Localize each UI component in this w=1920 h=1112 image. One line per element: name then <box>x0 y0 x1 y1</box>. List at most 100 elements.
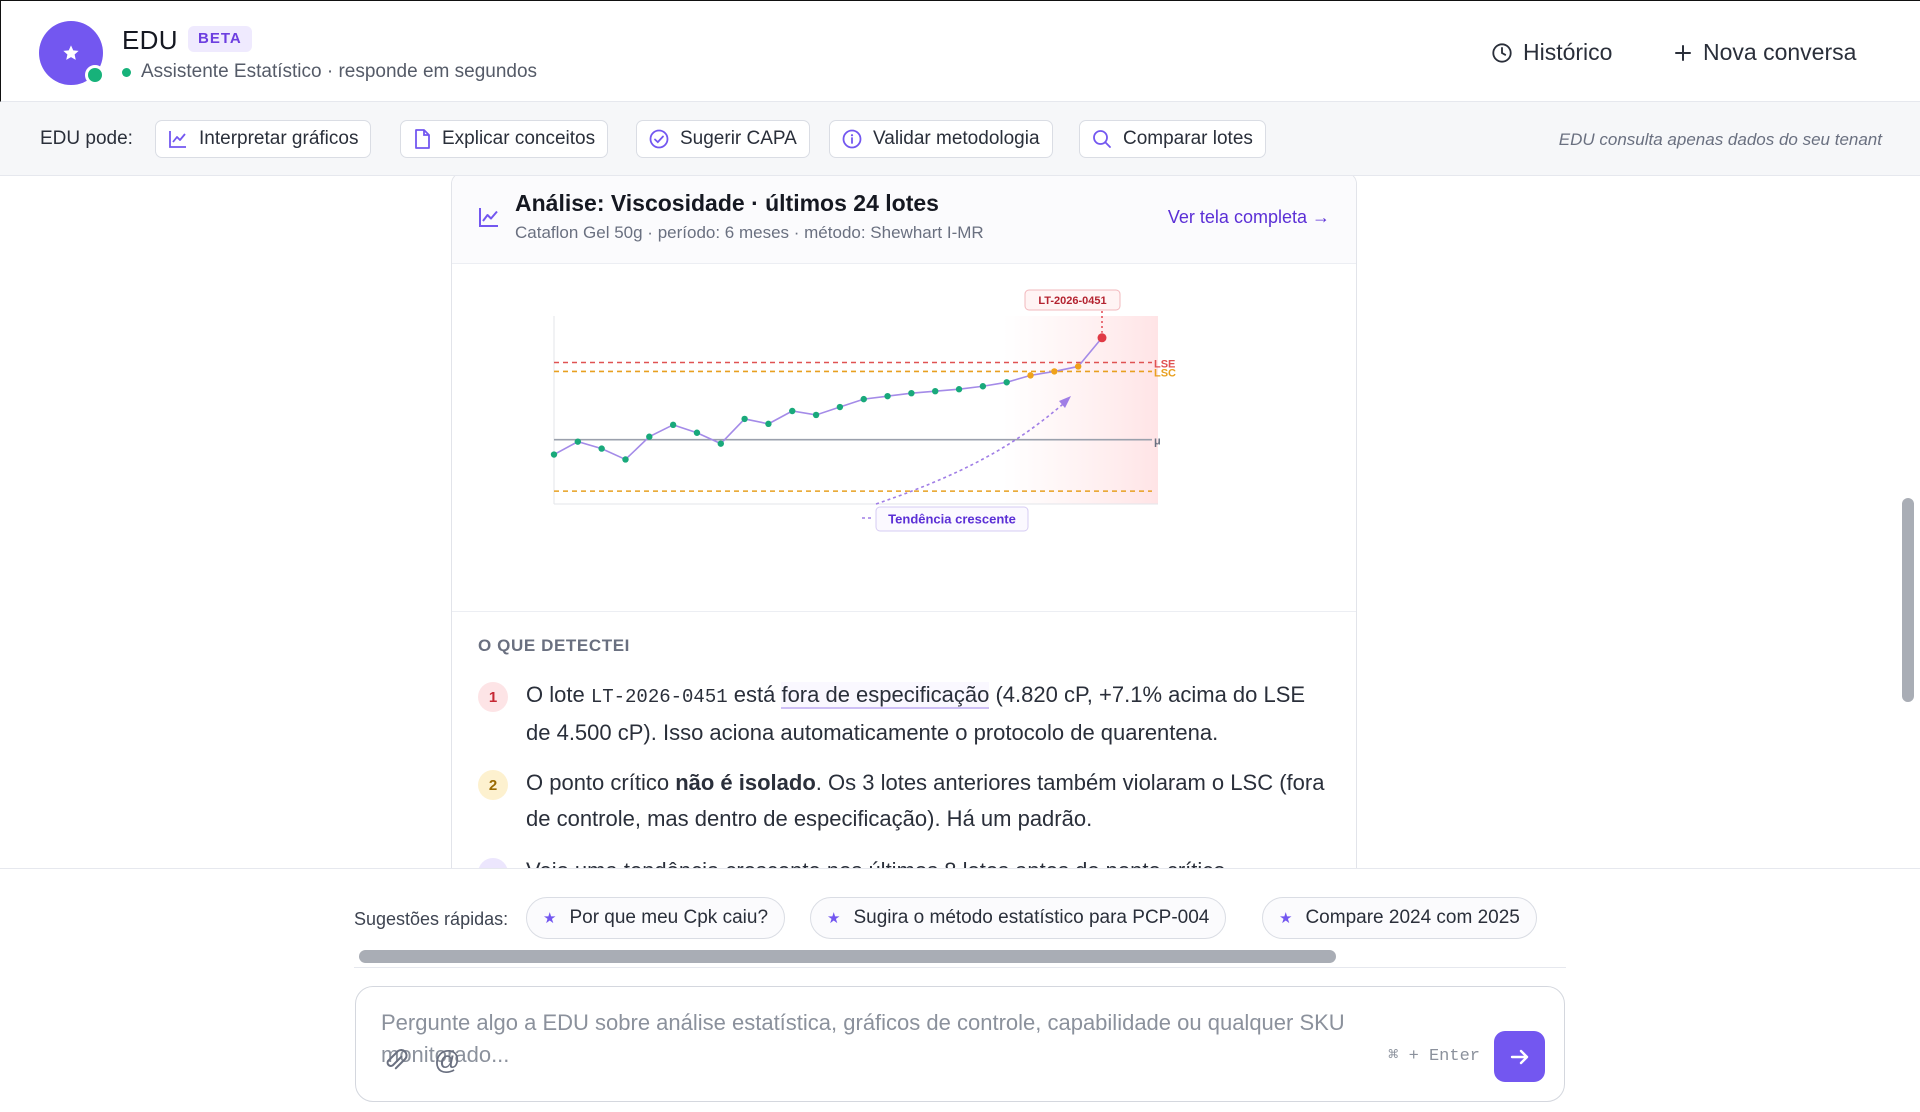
trend-label: Tendência crescente <box>888 512 1016 527</box>
card-header: Análise: Viscosidade · últimos 24 lotes … <box>452 176 1356 264</box>
tenant-note: EDU consulta apenas dados do seu tenant <box>1558 130 1882 149</box>
data-point <box>1027 372 1034 379</box>
detection-item: 2 O ponto crítico não é isolado. Os 3 lo… <box>478 765 1328 837</box>
out-of-spec-zone <box>1003 316 1158 504</box>
composer-footer: Sugestões rápidas: ★ Por que meu Cpk caiu… <box>0 868 1920 1112</box>
view-full-screen-link[interactable]: Ver tela completa → <box>1168 207 1330 228</box>
app-header: EDU BETA Assistente Estatístico · respon… <box>0 0 1920 102</box>
send-shortcut-hint: ⌘ + Enter <box>1388 1047 1480 1066</box>
arrow-right-icon <box>1510 1049 1528 1064</box>
limit-label: μ <box>1154 436 1161 448</box>
suggestion-chip[interactable]: ★ Compare 2024 com 2025 <box>1262 897 1537 939</box>
data-point <box>741 415 748 423</box>
suggestion-label: Por que meu Cpk caiu? <box>569 907 769 928</box>
star-icon: ★ <box>543 910 557 927</box>
chip-explain-concepts[interactable]: Explicar conceitos <box>400 120 609 158</box>
data-point <box>717 440 724 447</box>
outlier-point <box>1097 333 1107 343</box>
detection-item: 3 Vejo uma tendência crescente nos últim… <box>478 853 1328 868</box>
suggestion-chip[interactable]: ★ Sugira o método estatístico para PCP-00… <box>810 897 1227 939</box>
chart-line-icon <box>479 208 498 227</box>
detection-number: 2 <box>478 770 508 800</box>
detection-text: Vejo uma tendência crescente nos últimos… <box>526 853 1226 868</box>
history-label: Histórico <box>1523 39 1613 65</box>
data-point <box>693 429 701 436</box>
data-point <box>765 420 772 428</box>
detections-title: O QUE DETECTEI <box>478 636 630 655</box>
send-button[interactable] <box>1494 1031 1545 1082</box>
data-point <box>1003 379 1010 386</box>
chart-divider <box>452 611 1356 612</box>
data-point <box>979 383 987 390</box>
detection-number: 3 <box>478 858 508 868</box>
clock-icon <box>1492 42 1512 63</box>
vertical-scrollbar[interactable] <box>1902 498 1914 702</box>
capability-label: EDU pode: <box>40 128 133 149</box>
limit-label: LSC <box>1154 367 1176 379</box>
chip-validate-methodology[interactable]: Validar metodologia <box>829 120 1053 158</box>
chip-label: Comparar lotes <box>1123 128 1253 149</box>
message-input[interactable]: Pergunte algo a EDU sobre análise estatí… <box>355 986 1565 1102</box>
info-icon <box>842 129 862 149</box>
chip-suggest-capa[interactable]: Sugerir CAPA <box>636 120 810 158</box>
document-icon <box>415 129 430 149</box>
data-point <box>932 388 939 395</box>
new-chat-button[interactable]: Nova conversa <box>1673 39 1856 66</box>
text-part: está <box>727 682 782 707</box>
assistant-status: Assistente Estatístico · responde em seg… <box>122 61 537 83</box>
data-point <box>955 386 963 393</box>
history-button[interactable]: Histórico <box>1491 39 1612 66</box>
chip-label: Sugerir CAPA <box>680 128 797 149</box>
bold-text: não é isolado <box>675 770 816 795</box>
data-point <box>574 438 582 445</box>
analysis-card: Análise: Viscosidade · últimos 24 lotes … <box>451 176 1357 868</box>
card-subtitle: Cataflon Gel 50g · período: 6 meses · mé… <box>515 223 984 242</box>
data-point <box>550 451 558 458</box>
highlighted-term[interactable]: fora de especificação <box>781 682 990 709</box>
star-icon: ★ <box>1279 910 1293 927</box>
input-placeholder: Pergunte algo a EDU sobre análise estatí… <box>381 1010 1345 1067</box>
horizontal-scrollbar[interactable] <box>359 950 1336 963</box>
chip-interpret-charts[interactable]: Interpretar gráficos <box>155 120 372 158</box>
star-icon <box>63 45 79 60</box>
data-point <box>884 392 891 400</box>
outlier-label: LT-2026-0451 <box>1038 295 1106 307</box>
data-point <box>598 445 605 452</box>
suggestions-label: Sugestões rápidas: <box>354 909 509 929</box>
card-title: Análise: Viscosidade · últimos 24 lotes <box>515 190 939 216</box>
mention-icon[interactable]: @ <box>434 1045 460 1076</box>
data-point <box>908 389 915 397</box>
suggestion-chip[interactable]: ★ Por que meu Cpk caiu? <box>526 897 786 939</box>
paperclip-icon[interactable] <box>383 1047 409 1075</box>
search-icon <box>1093 130 1111 148</box>
chip-label: Validar metodologia <box>873 128 1040 149</box>
chip-compare-lots[interactable]: Comparar lotes <box>1079 120 1266 158</box>
plus-icon <box>1675 44 1691 61</box>
conversation-area: Análise: Viscosidade · últimos 24 lotes … <box>0 176 1920 868</box>
data-point <box>812 411 820 419</box>
suggestion-label: Compare 2024 com 2025 <box>1305 907 1520 928</box>
text-part: O lote <box>526 682 591 707</box>
data-point <box>789 407 796 415</box>
detection-item: 1 O lote LT-2026-0451 está fora de espec… <box>478 677 1328 751</box>
detection-text: O lote LT-2026-0451 está fora de especif… <box>526 677 1328 751</box>
check-circle-icon <box>649 129 669 149</box>
data-point <box>1051 368 1058 375</box>
status-text: Assistente Estatístico · responde em seg… <box>141 61 538 82</box>
new-chat-label: Nova conversa <box>1703 39 1857 65</box>
control-chart: LSELSCμ LT-2026-0451Tendência crescente <box>550 289 1176 532</box>
suggestion-label: Sugira o método estatístico para PCP-004 <box>853 907 1210 928</box>
detection-text: O ponto crítico não é isolado. Os 3 lote… <box>526 765 1328 837</box>
data-point <box>836 403 844 411</box>
online-indicator <box>85 65 105 85</box>
chart-line-icon <box>169 131 186 148</box>
data-point <box>622 456 629 463</box>
data-point <box>860 395 867 403</box>
data-point <box>1074 363 1082 370</box>
capability-bar: EDU pode: Interpretar gráficos Explicar … <box>0 102 1920 176</box>
chip-label: Explicar conceitos <box>442 128 596 149</box>
beta-badge: BETA <box>188 26 252 52</box>
data-point <box>669 421 677 429</box>
detection-number: 1 <box>478 682 508 712</box>
data-point <box>646 433 653 440</box>
